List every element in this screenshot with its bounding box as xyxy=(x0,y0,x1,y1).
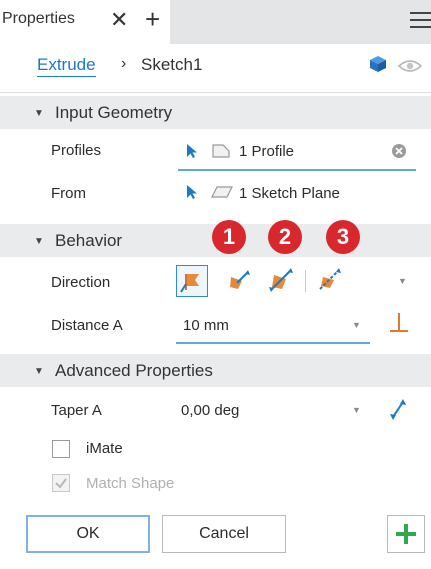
apply-plus-button[interactable] xyxy=(387,515,425,553)
collapse-triangle-icon[interactable]: ▼ xyxy=(34,366,44,377)
from-value: 1 Sketch Plane xyxy=(239,185,340,202)
profiles-value: 1 Profile xyxy=(239,143,295,160)
match-shape-label: Match Shape xyxy=(86,475,175,492)
direction-default-button[interactable] xyxy=(176,265,208,297)
section-advanced-properties[interactable]: ▼ Advanced Properties xyxy=(0,354,431,387)
cube-icon[interactable] xyxy=(369,55,387,73)
asymmetric-direction-icon xyxy=(319,268,341,290)
cancel-button[interactable]: Cancel xyxy=(162,515,286,553)
section-input-geometry[interactable]: ▼ Input Geometry xyxy=(0,96,431,129)
direction-divider xyxy=(305,270,306,292)
flip-taper-icon[interactable] xyxy=(387,397,409,423)
direction-asymmetric-button[interactable] xyxy=(314,265,346,297)
match-shape-checkbox[interactable] xyxy=(52,474,70,492)
distance-dropdown-arrow-icon[interactable]: ▼ xyxy=(352,320,361,330)
collapse-triangle-icon[interactable]: ▼ xyxy=(34,108,44,119)
ok-button[interactable]: OK xyxy=(26,515,150,553)
from-label: From xyxy=(51,185,86,202)
eye-icon[interactable] xyxy=(398,59,422,73)
taper-a-label: Taper A xyxy=(51,402,102,419)
direction-label: Direction xyxy=(51,274,111,291)
close-tab-icon[interactable]: ✕ xyxy=(110,6,128,34)
direction-flipped-button[interactable] xyxy=(224,265,256,297)
symmetric-direction-icon xyxy=(269,268,293,292)
breadcrumb-feature-link[interactable]: Extrude xyxy=(37,55,96,77)
callout-badge-2: 2 xyxy=(268,220,302,254)
properties-tab-label: Properties xyxy=(2,10,75,27)
profile-icon xyxy=(212,144,230,158)
section-title: Behavior xyxy=(55,231,123,250)
extents-icon[interactable] xyxy=(388,310,410,336)
sketch-plane-icon xyxy=(211,186,233,198)
callout-badge-1: 1 xyxy=(212,220,246,254)
distance-a-label: Distance A xyxy=(51,317,123,334)
direction-dropdown-arrow-icon[interactable]: ▼ xyxy=(398,276,407,286)
callout-badge-3: 3 xyxy=(326,220,360,254)
distance-a-value: 10 mm xyxy=(183,317,229,334)
default-direction-icon xyxy=(180,274,199,293)
section-title: Input Geometry xyxy=(55,103,173,122)
taper-a-value: 0,00 deg xyxy=(181,402,240,419)
taper-dropdown-arrow-icon[interactable]: ▼ xyxy=(352,405,361,415)
checkmark-icon xyxy=(55,478,67,489)
breadcrumb-separator: › xyxy=(121,55,127,72)
imate-checkbox[interactable] xyxy=(52,440,70,458)
hamburger-menu-icon[interactable] xyxy=(410,12,431,30)
select-arrow-icon xyxy=(187,144,197,158)
profiles-label: Profiles xyxy=(51,142,102,159)
collapse-triangle-icon[interactable]: ▼ xyxy=(34,236,44,247)
add-tab-icon[interactable]: + xyxy=(145,5,160,33)
clear-selection-icon[interactable] xyxy=(391,143,407,159)
imate-label: iMate xyxy=(86,440,123,457)
select-arrow-icon xyxy=(187,185,197,199)
breadcrumb-sketch[interactable]: Sketch1 xyxy=(141,55,202,75)
direction-symmetric-button[interactable] xyxy=(266,265,298,297)
flipped-direction-icon xyxy=(230,270,250,289)
section-title: Advanced Properties xyxy=(55,361,213,380)
plus-icon xyxy=(396,524,416,544)
